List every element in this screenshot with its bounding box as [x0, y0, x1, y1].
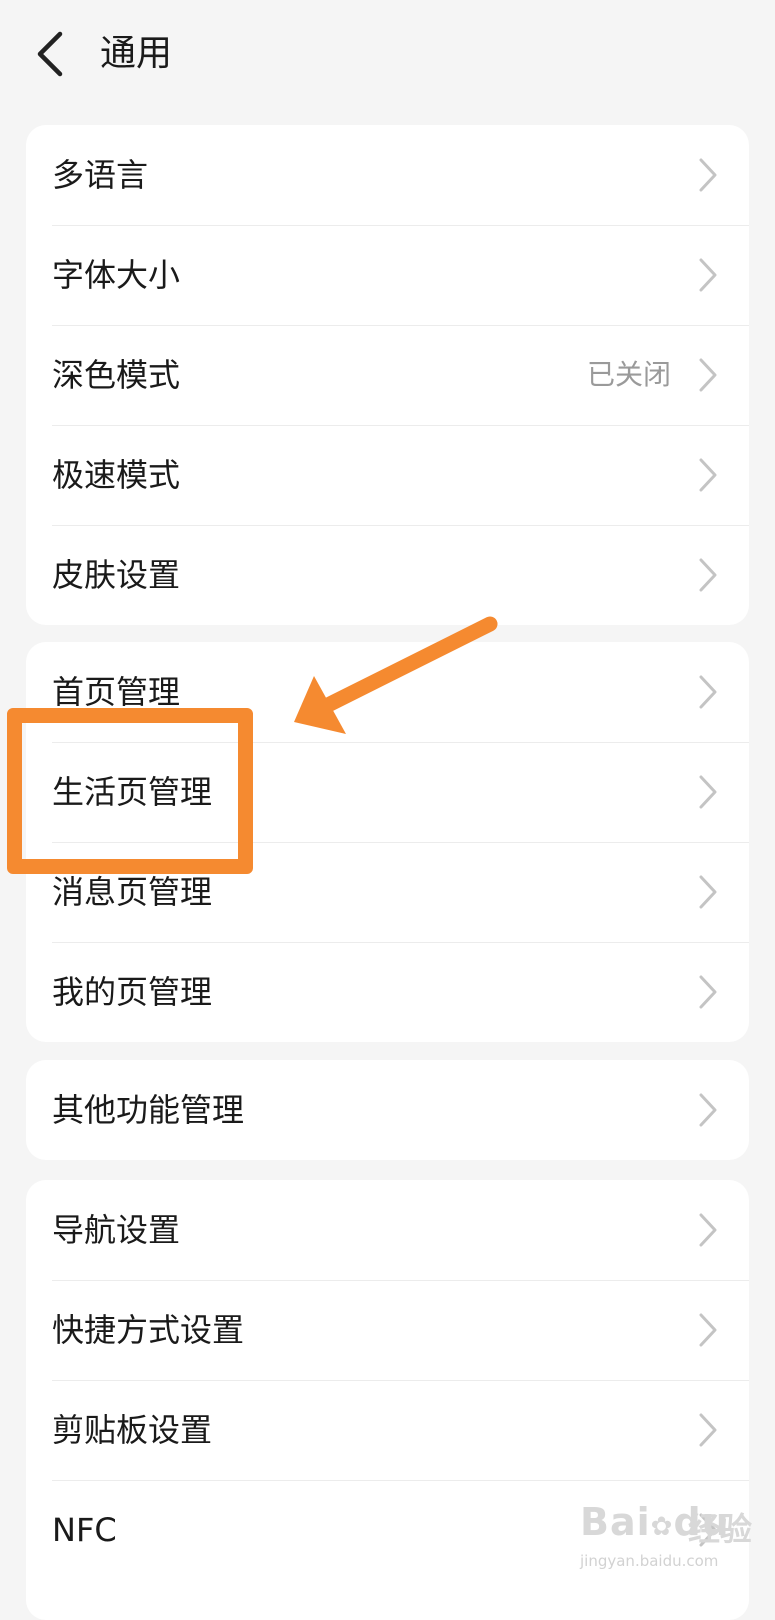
chevron-right-icon	[699, 1213, 717, 1247]
row-other-features-management[interactable]: 其他功能管理	[26, 1060, 749, 1160]
row-label: 生活页管理	[52, 773, 213, 811]
chevron-right-icon	[699, 558, 717, 592]
chevron-right-icon	[699, 258, 717, 292]
row-label: 深色模式	[52, 356, 181, 394]
page-title: 通用	[100, 33, 173, 74]
chevron-right-icon	[699, 875, 717, 909]
settings-group-3: 其他功能管理	[26, 1060, 749, 1160]
chevron-right-icon	[699, 1513, 717, 1547]
row-label: 快捷方式设置	[52, 1311, 245, 1349]
row-skin-settings[interactable]: 皮肤设置	[26, 525, 749, 625]
row-home-page-management[interactable]: 首页管理	[26, 642, 749, 742]
chevron-right-icon	[699, 158, 717, 192]
chevron-right-icon	[699, 1093, 717, 1127]
row-multi-language[interactable]: 多语言	[26, 125, 749, 225]
row-speed-mode[interactable]: 极速模式	[26, 425, 749, 525]
row-shortcut-settings[interactable]: 快捷方式设置	[26, 1280, 749, 1380]
row-label: NFC	[52, 1511, 117, 1549]
settings-group-1: 多语言 字体大小 深色模式 已关闭 极速模式 皮肤设置	[26, 125, 749, 625]
row-label: 字体大小	[52, 256, 181, 294]
chevron-right-icon	[699, 1413, 717, 1447]
row-dark-mode[interactable]: 深色模式 已关闭	[26, 325, 749, 425]
row-navigation-settings[interactable]: 导航设置	[26, 1180, 749, 1280]
row-label: 其他功能管理	[52, 1091, 245, 1129]
chevron-right-icon	[699, 675, 717, 709]
row-label: 我的页管理	[52, 973, 213, 1011]
chevron-right-icon	[699, 1313, 717, 1347]
chevron-right-icon	[699, 458, 717, 492]
row-my-page-management[interactable]: 我的页管理	[26, 942, 749, 1042]
chevron-right-icon	[699, 775, 717, 809]
row-clipboard-settings[interactable]: 剪贴板设置	[26, 1380, 749, 1480]
row-label: 多语言	[52, 156, 149, 194]
row-nfc[interactable]: NFC	[26, 1480, 749, 1580]
top-bar: 通用	[0, 0, 775, 110]
settings-group-4: 导航设置 快捷方式设置 剪贴板设置 NFC	[26, 1180, 749, 1620]
row-label: 消息页管理	[52, 873, 213, 911]
row-label: 首页管理	[52, 673, 181, 711]
back-button[interactable]	[30, 28, 74, 80]
dark-mode-status: 已关闭	[586, 358, 671, 391]
row-message-page-management[interactable]: 消息页管理	[26, 842, 749, 942]
row-font-size[interactable]: 字体大小	[26, 225, 749, 325]
row-label: 皮肤设置	[52, 556, 181, 594]
row-life-page-management[interactable]: 生活页管理	[26, 742, 749, 842]
row-label: 剪贴板设置	[52, 1411, 213, 1449]
settings-group-2: 首页管理 生活页管理 消息页管理 我的页管理	[26, 642, 749, 1042]
row-label: 导航设置	[52, 1211, 181, 1249]
chevron-right-icon	[699, 358, 717, 392]
chevron-left-icon	[37, 31, 63, 77]
chevron-right-icon	[699, 975, 717, 1009]
row-label: 极速模式	[52, 456, 181, 494]
